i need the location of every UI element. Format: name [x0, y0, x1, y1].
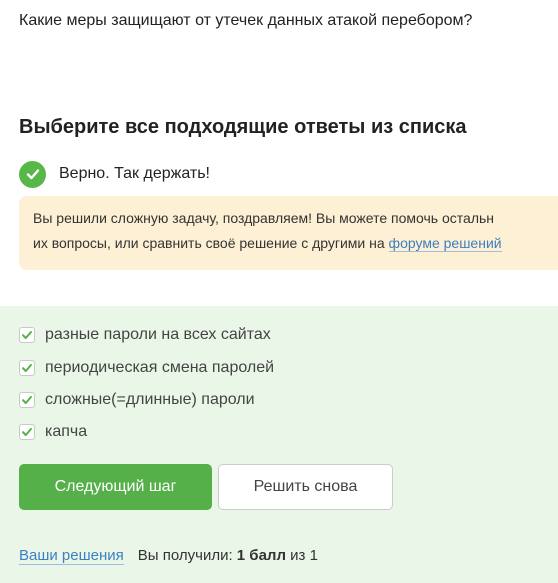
- next-step-button[interactable]: Следующий шаг: [19, 464, 212, 510]
- hint-box: Вы решили сложную задачу, поздравляем! В…: [19, 196, 558, 270]
- answer-option[interactable]: периодическая смена паролей: [19, 357, 274, 379]
- score-prefix: Вы получили:: [137, 547, 237, 564]
- solutions-forum-link[interactable]: форуме решений: [388, 235, 502, 252]
- answer-option-label: периодическая смена паролей: [45, 359, 275, 376]
- answer-option-label: капча: [45, 423, 88, 440]
- checkbox-checked[interactable]: [19, 360, 35, 376]
- checkmark-circle-icon: [19, 160, 46, 188]
- checkbox-checked[interactable]: [19, 327, 35, 343]
- your-solutions-link[interactable]: Ваши решения: [19, 547, 124, 565]
- check-icon: [22, 331, 32, 339]
- score-value: 1 балл: [236, 547, 286, 564]
- retry-button[interactable]: Решить снова: [218, 464, 393, 510]
- question-text: Какие меры защищают от утечек данных ата…: [19, 12, 473, 29]
- status-message: Верно. Так держать!: [59, 165, 210, 182]
- answer-option-label: разные пароли на всех сайтах: [45, 326, 271, 343]
- hint-line-2: их вопросы, или сравнить своё решение с …: [33, 231, 558, 256]
- hint-line-1: Вы решили сложную задачу, поздравляем! В…: [33, 210, 495, 226]
- answer-option[interactable]: капча: [19, 421, 87, 443]
- status-row: Верно. Так держать!: [19, 160, 210, 188]
- hint-line-2-text: их вопросы, или сравнить своё решение с …: [33, 235, 389, 251]
- checkbox-checked[interactable]: [19, 392, 35, 408]
- check-icon: [22, 428, 32, 436]
- footer-row: Ваши решения Вы получили: 1 балл из 1: [19, 547, 318, 565]
- check-icon: [22, 364, 32, 372]
- answers-panel: разные пароли на всех сайтах периодическ…: [0, 306, 558, 583]
- checkbox-checked[interactable]: [19, 424, 35, 440]
- answer-option-label: сложные(=длинные) пароли: [45, 391, 255, 408]
- answer-option[interactable]: разные пароли на всех сайтах: [19, 324, 271, 346]
- check-icon: [22, 396, 32, 404]
- score-suffix: из 1: [285, 547, 318, 564]
- answer-option[interactable]: сложные(=длинные) пароли: [19, 389, 255, 411]
- section-title: Выберите все подходящие ответы из списка: [19, 116, 467, 138]
